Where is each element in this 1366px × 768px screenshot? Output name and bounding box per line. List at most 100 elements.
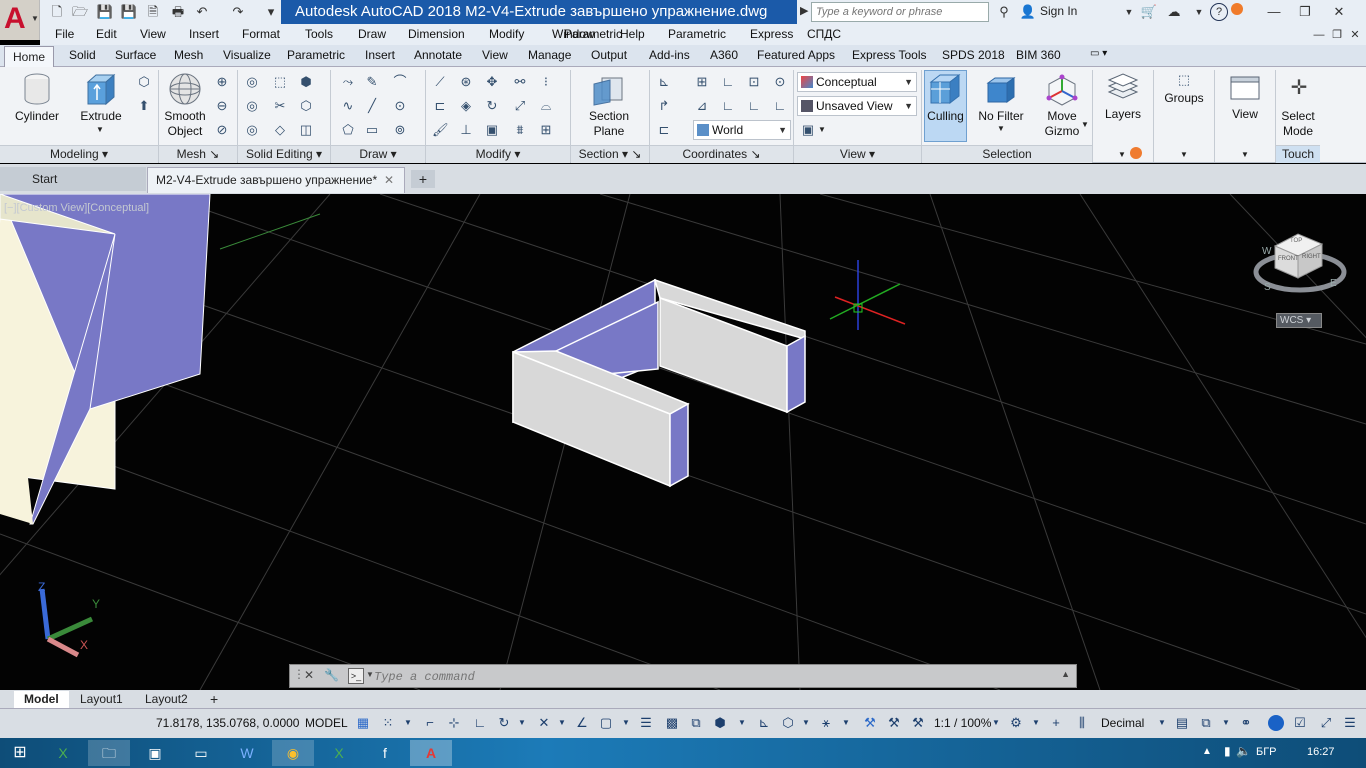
tab-express-tools[interactable]: Express Tools	[852, 48, 926, 62]
no-filter-button[interactable]: No Filter	[972, 109, 1030, 123]
smooth-object-label-2[interactable]: Object	[158, 124, 212, 138]
intersect-icon[interactable]: ◎	[244, 122, 260, 138]
polygon-icon[interactable]: ⬠	[340, 122, 356, 138]
stretch-icon[interactable]: ▣	[484, 122, 500, 138]
tab-output[interactable]: Output	[591, 48, 627, 62]
ucs-x-icon[interactable]: ∟	[720, 98, 736, 114]
tab-featured-apps[interactable]: Featured Apps	[757, 48, 835, 62]
chevron-down-icon[interactable]: ▼	[618, 714, 634, 732]
spline-icon[interactable]: ∿	[340, 98, 356, 114]
smooth-object-label-1[interactable]: Smooth	[158, 109, 212, 123]
tab-bim-360[interactable]: BIM 360	[1016, 48, 1061, 62]
publish-icon[interactable]: 🗎	[144, 3, 162, 21]
windows-start-icon[interactable]: ⊞	[0, 740, 40, 766]
quick-properties-icon[interactable]: ▤	[1174, 714, 1190, 732]
app-taskbar-icon[interactable]: ▣	[134, 740, 176, 766]
panel-modify[interactable]: Modify ▾	[426, 145, 570, 163]
chevron-down-icon[interactable]: ▼	[1180, 150, 1188, 159]
separate-icon[interactable]: ◫	[298, 122, 314, 138]
line-icon[interactable]: ⤳	[340, 74, 356, 90]
flash-taskbar-icon[interactable]: f	[364, 740, 406, 766]
fillet-icon[interactable]: ⟋	[432, 74, 448, 90]
autodesk-app-store-icon[interactable]: 🛒	[1140, 3, 1158, 21]
new-file-icon[interactable]: 🗋	[48, 3, 66, 21]
chevron-down-icon[interactable]: ▼	[988, 714, 1004, 732]
clock[interactable]: 16:27	[1307, 746, 1335, 758]
minimize-icon[interactable]: —	[1265, 3, 1283, 21]
mesh-smooth-less-icon[interactable]: ⊖	[214, 98, 230, 114]
lineweight-icon[interactable]: ☰	[638, 714, 654, 732]
tab-add-ins[interactable]: Add-ins	[649, 48, 690, 62]
monitor-taskbar-icon[interactable]: ▭	[180, 740, 222, 766]
tab-annotate[interactable]: Annotate	[414, 48, 462, 62]
restore-drawing-icon[interactable]: ❐	[1328, 26, 1346, 44]
command-input[interactable]	[374, 668, 1054, 685]
new-tab-plus-icon[interactable]: +	[411, 170, 435, 188]
selection-filter-icon[interactable]: ⬡	[780, 714, 796, 732]
isolate-objects-icon[interactable]: ⚭	[1238, 714, 1254, 732]
layout-tab-layout2[interactable]: Layout2	[135, 691, 198, 708]
chevron-down-icon[interactable]: ▼	[1081, 120, 1089, 129]
user-icon[interactable]: 👤	[1019, 3, 1037, 21]
notification-icon[interactable]	[1231, 3, 1243, 15]
ucs-named-icon[interactable]: ⊞	[694, 74, 710, 90]
annotation-scale-icon[interactable]: ⚒	[910, 714, 926, 732]
chevron-down-icon[interactable]: ▼	[1118, 150, 1126, 159]
no-filter-icon[interactable]	[986, 76, 1016, 104]
chevron-down-icon[interactable]: ▼	[818, 125, 826, 134]
ucs-icon[interactable]: ⊾	[656, 74, 672, 90]
ucs-face-icon[interactable]: ⊏	[656, 122, 672, 138]
tab-surface[interactable]: Surface	[115, 48, 156, 62]
command-prompt-icon[interactable]: >_	[348, 668, 364, 684]
layout-tab-layout1[interactable]: Layout1	[70, 691, 133, 708]
drawing-viewport[interactable]: [−][Custom View][Conceptual] TOP FRONT R…	[0, 194, 1366, 690]
align-icon[interactable]: ⊏	[432, 98, 448, 114]
chevron-down-icon[interactable]: ▼	[514, 714, 530, 732]
add-layout-plus-icon[interactable]: +	[200, 691, 228, 708]
extrude-button[interactable]: Extrude	[74, 109, 128, 123]
file-explorer-taskbar-icon[interactable]: 🗀	[88, 740, 130, 766]
battery-icon[interactable]: ▮	[1224, 744, 1231, 758]
file-tab-start[interactable]: Start	[0, 167, 146, 191]
offset-icon[interactable]: ⁝	[538, 74, 554, 90]
menu-tools[interactable]: Tools	[305, 27, 333, 41]
menu-view[interactable]: View	[140, 27, 166, 41]
construction-line-icon[interactable]: ╱	[364, 98, 380, 114]
thicken-icon[interactable]: ◇	[272, 122, 288, 138]
rectangular-array-icon[interactable]: ⊞	[538, 122, 554, 138]
transparency-icon[interactable]: ▩	[664, 714, 680, 732]
interfere-icon[interactable]: ⬚	[272, 74, 288, 90]
move-gizmo-icon[interactable]	[1045, 74, 1079, 108]
section-plane-icon[interactable]	[592, 74, 626, 106]
polar-tracking-icon[interactable]: ↻	[496, 714, 512, 732]
hardware-acceleration-icon[interactable]	[1268, 715, 1284, 731]
extrude-faces-icon[interactable]: ⬡	[298, 98, 314, 114]
chevron-down-icon[interactable]: ▼	[96, 125, 104, 134]
menu-insert[interactable]: Insert	[189, 27, 219, 41]
viewport-controls-label[interactable]: [−][Custom View][Conceptual]	[4, 202, 149, 214]
menu-file[interactable]: File	[55, 27, 74, 41]
ucs-world-icon[interactable]: ⊡	[746, 74, 762, 90]
sign-in-button[interactable]: Sign In	[1040, 4, 1077, 18]
panel-solid-editing[interactable]: Solid Editing ▾	[238, 145, 330, 163]
annotation-monitor-icon[interactable]: +	[1048, 714, 1064, 732]
undo-icon[interactable]: ↶	[193, 3, 211, 21]
save-icon[interactable]: 💾	[96, 3, 114, 21]
model-space-toggle[interactable]: MODEL	[305, 716, 348, 730]
plot-icon[interactable]: 🖶	[169, 3, 187, 21]
redo-icon[interactable]: ↷	[229, 3, 247, 21]
help-icon[interactable]: ?	[1210, 3, 1228, 21]
command-history-icon[interactable]: ▲	[1061, 669, 1070, 679]
ortho-mode-icon[interactable]: ∟	[472, 714, 488, 732]
auto-scale-icon[interactable]: ⚒	[886, 714, 902, 732]
menu-dimension[interactable]: Dimension	[408, 27, 465, 41]
smooth-object-icon[interactable]	[168, 72, 202, 106]
chevron-down-icon[interactable]: ▼	[554, 714, 570, 732]
workspace-gear-icon[interactable]: ⚙	[1008, 714, 1024, 732]
snap-mode-icon[interactable]: ⁙	[380, 714, 396, 732]
object-snap-tracking-icon[interactable]: ∠	[574, 714, 590, 732]
union-icon[interactable]: ◎	[244, 74, 260, 90]
3d-align-icon[interactable]: ⊥	[458, 122, 474, 138]
menu-edit[interactable]: Edit	[96, 27, 117, 41]
ucs-object-icon[interactable]: ⊙	[772, 74, 788, 90]
